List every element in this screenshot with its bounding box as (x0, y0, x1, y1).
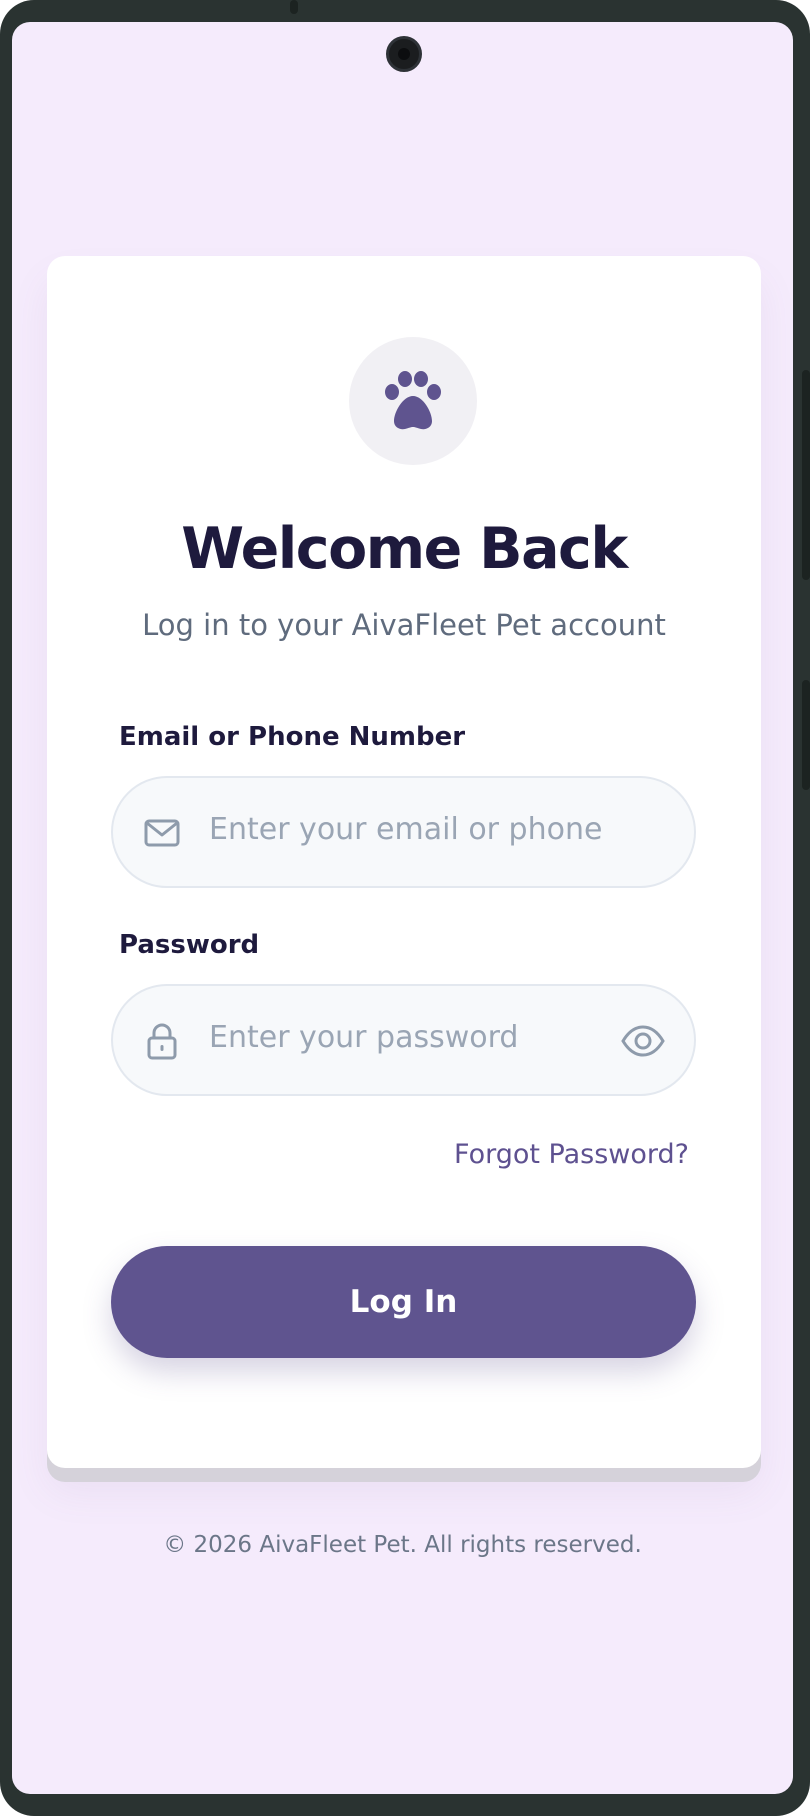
power-button (802, 370, 810, 580)
eye-icon[interactable] (620, 1022, 666, 1060)
password-field-container[interactable] (111, 984, 696, 1096)
login-button[interactable]: Log In (111, 1246, 696, 1358)
page-subtitle: Log in to your AivaFleet Pet account (142, 608, 666, 642)
password-field[interactable] (209, 1020, 609, 1055)
front-camera (386, 36, 422, 72)
copyright-footer: © 2026 AivaFleet Pet. All rights reserve… (163, 1532, 642, 1558)
login-card: Welcome Back Log in to your AivaFleet Pe… (47, 256, 761, 1468)
email-label: Email or Phone Number (119, 722, 466, 752)
password-label: Password (119, 930, 260, 960)
email-field[interactable] (209, 812, 609, 847)
forgot-password-link[interactable]: Forgot Password? (454, 1139, 689, 1170)
screen: Welcome Back Log in to your AivaFleet Pe… (12, 22, 793, 1794)
top-notch-mark (290, 0, 298, 14)
email-field-container[interactable] (111, 776, 696, 888)
volume-button (802, 680, 810, 790)
mail-icon (144, 819, 180, 847)
app-logo (349, 337, 477, 465)
paw-icon (385, 371, 441, 430)
lock-icon (147, 1023, 177, 1060)
page-title: Welcome Back (181, 516, 628, 582)
phone-frame: Welcome Back Log in to your AivaFleet Pe… (0, 0, 810, 1816)
